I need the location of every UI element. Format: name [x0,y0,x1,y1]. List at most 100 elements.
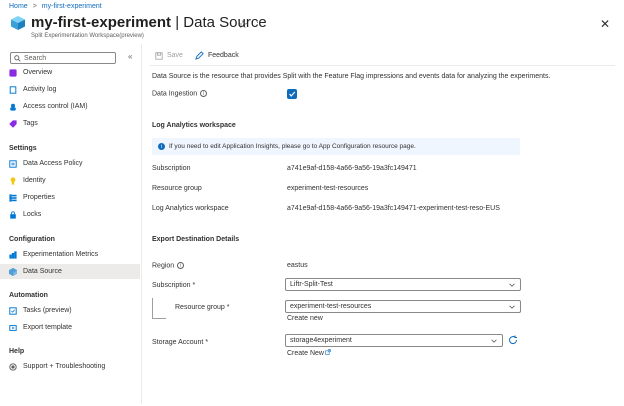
sidebar-item-activity-log[interactable]: Activity log [0,82,140,97]
sidebar-item-overview[interactable]: Overview [0,65,140,80]
sidebar-heading-help: Help [9,348,25,355]
export-template-icon [9,324,17,332]
la-subscription-label: Subscription [152,165,191,172]
close-icon[interactable]: ✕ [600,17,610,31]
feedback-icon [195,51,204,60]
data-source-icon [9,267,17,276]
breadcrumb-home-link[interactable]: Home [9,3,28,10]
sidebar-item-label: Locks [23,211,42,218]
sidebar-item-support-troubleshooting[interactable]: Support + Troubleshooting [0,359,140,374]
chevron-down-icon [509,305,515,309]
description-text: Data Source is the resource that provide… [152,73,551,80]
storage-account-selected: storage4experiment [290,337,352,344]
data-access-policy-icon [9,159,17,168]
sidebar-item-label: Support + Troubleshooting [23,363,106,370]
split-workspace-cube-icon [11,16,25,30]
info-icon[interactable]: i [200,90,208,97]
info-icon[interactable]: i [177,262,185,269]
storage-account-label: Storage Account * [152,339,209,346]
checkmark-icon [289,91,296,97]
sidebar-item-locks[interactable]: Locks [0,207,140,222]
create-new-storage-link[interactable]: Create New [287,349,331,357]
sidebar-heading-configuration: Configuration [9,236,55,243]
sidebar-item-label: Properties [23,194,55,201]
properties-icon [9,193,17,202]
sidebar-item-tasks-preview[interactable]: Tasks (preview) [0,303,140,318]
sidebar-item-label: Export template [23,324,73,331]
support-icon [9,362,17,371]
feedback-button[interactable]: Feedback [195,51,239,60]
export-destination-heading: Export Destination Details [152,236,240,243]
resource-group-selected: experiment-test-resources [290,303,372,310]
more-options-icon[interactable]: ··· [256,17,268,27]
la-resource-group-label: Resource group [152,185,202,192]
sidebar-item-export-template[interactable]: Export template [0,320,140,335]
collapse-sidebar-icon[interactable]: « [128,52,132,61]
subscription-selected: Liftr-Split-Test [290,281,333,288]
region-label: Region i [152,262,185,269]
sidebar-item-data-access-policy[interactable]: Data Access Policy [0,156,140,171]
command-bar: Save Feedback [155,51,239,60]
breadcrumb: Home > my-first-experiment [9,3,102,10]
sidebar-item-label: Overview [23,69,53,76]
sidebar-item-label: Tasks (preview) [23,307,72,314]
export-resource-group-label: Resource group * [175,304,230,311]
access-control-icon [9,103,17,111]
toolbar-divider [150,65,615,66]
save-button[interactable]: Save [155,51,183,60]
save-label: Save [167,52,183,59]
sidebar-heading-automation: Automation [9,292,48,299]
log-analytics-heading: Log Analytics workspace [152,122,236,129]
info-filled-icon: i [158,143,165,150]
data-ingestion-label: Data Ingestion i [152,90,208,97]
banner-text: If you need to edit Application Insights… [169,143,416,150]
sidebar-item-experimentation-metrics[interactable]: Experimentation Metrics [0,247,140,262]
la-subscription-value: a741e9af-d158-4a66-9a56-19a3fc149471 [287,165,417,172]
overview-icon [9,68,17,77]
favorite-star-icon[interactable]: ☆ [238,18,248,31]
subscription-dropdown[interactable]: Liftr-Split-Test [285,278,521,291]
sidebar-item-label: Data Source [23,268,62,275]
metrics-icon [9,250,17,259]
sidebar-item-label: Identity [23,177,46,184]
resource-group-dropdown[interactable]: experiment-test-resources [285,300,521,313]
activity-log-icon [9,85,17,94]
sidebar-heading-settings: Settings [9,145,37,152]
sidebar-item-data-source[interactable]: Data Source [0,264,140,279]
breadcrumb-separator: > [32,3,37,10]
la-workspace-value: a741e9af-d158-4a66-9a56-19a3fc149471-exp… [287,205,500,212]
create-new-resource-group-link[interactable]: Create new [287,315,323,322]
sidebar-item-label: Tags [23,120,38,127]
chevron-down-icon [509,283,515,287]
chevron-down-icon [491,339,497,343]
lock-icon [9,210,17,219]
refresh-icon[interactable] [508,335,518,345]
tree-connector [152,298,166,319]
storage-account-dropdown[interactable]: storage4experiment [285,334,503,347]
tag-icon [9,119,17,128]
search-placeholder: Search [24,54,47,62]
sidebar-item-access-control-iam[interactable]: Access control (IAM) [0,99,140,114]
search-icon [14,54,21,62]
sidebar-item-label: Activity log [23,86,57,93]
la-workspace-label: Log Analytics workspace [152,205,229,212]
tasks-icon [9,306,17,315]
info-banner: i If you need to edit Application Insigh… [152,138,520,155]
sidebar-item-label: Experimentation Metrics [23,251,99,258]
la-resource-group-value: experiment-test-resources [287,185,369,192]
export-subscription-label: Subscription * [152,282,196,289]
identity-icon [9,176,17,185]
sidebar-item-properties[interactable]: Properties [0,190,140,205]
sidebar-item-tags[interactable]: Tags [0,116,140,131]
sidebar-item-label: Data Access Policy [23,160,83,167]
region-value: eastus [287,262,308,269]
page-title: my-first-experiment | Data Source [31,14,267,31]
data-ingestion-checkbox[interactable] [287,89,297,99]
sidebar-item-identity[interactable]: Identity [0,173,140,188]
page-subtitle: Split Experimentation Workspace(preview) [31,33,144,39]
breadcrumb-current-link[interactable]: my-first-experiment [42,3,102,10]
sidebar-divider [141,44,142,404]
sidebar-search-input[interactable]: Search [10,52,116,64]
external-link-icon [325,349,331,355]
sidebar-item-label: Access control (IAM) [23,103,88,110]
